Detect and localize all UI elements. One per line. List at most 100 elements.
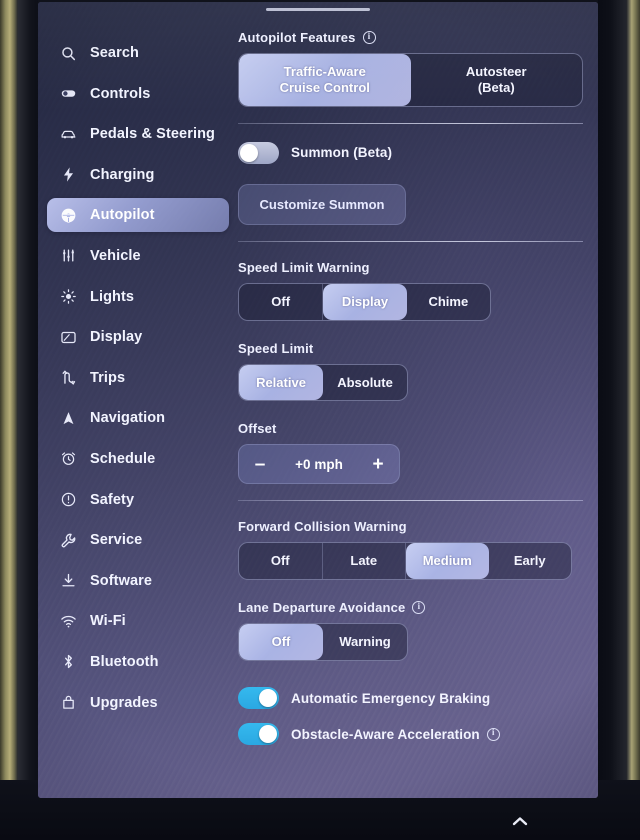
bezel-left-dark (18, 0, 38, 840)
label-text: Speed Limit Warning (238, 259, 370, 275)
label-text: Summon (Beta) (291, 145, 393, 161)
sidebar-item-label: Navigation (90, 410, 166, 427)
sidebar-item-safety[interactable]: Safety (47, 483, 229, 517)
info-icon[interactable]: i (362, 31, 376, 44)
summon-toggle[interactable] (238, 141, 279, 164)
autopilot-features-label: Autopilot Features i (238, 30, 598, 45)
summon-row: Summon (Beta) (238, 141, 598, 164)
sidebar-item-label: Lights (90, 288, 135, 305)
obstacle-aware-acceleration-row: Obstacle-Aware Acceleration i (238, 723, 598, 746)
segment-autosteer-beta[interactable]: Autosteer (Beta) (411, 54, 583, 106)
segment-off[interactable]: Off (239, 624, 323, 661)
sheet-drag-handle[interactable] (266, 8, 370, 11)
segment-display[interactable]: Display (323, 283, 407, 320)
speed-limit-segmented[interactable]: Relative Absolute (238, 363, 408, 402)
lane-departure-avoidance-segmented[interactable]: Off Warning (238, 623, 408, 662)
label-text: Forward Collision Warning (238, 519, 407, 535)
sidebar-item-navigation[interactable]: Navigation (47, 401, 229, 435)
automatic-emergency-braking-toggle[interactable] (238, 687, 279, 710)
sidebar-item-search[interactable]: Search (47, 36, 229, 70)
sidebar-item-charging[interactable]: Charging (47, 158, 229, 192)
bezel-right-dark (598, 0, 626, 840)
forward-collision-warning-label: Forward Collision Warning (238, 519, 598, 534)
sidebar-item-label: Software (90, 572, 153, 589)
automatic-emergency-braking-row: Automatic Emergency Braking (238, 687, 598, 710)
chevron-up-icon[interactable] (512, 816, 528, 826)
customize-summon-button[interactable]: Customize Summon (238, 183, 406, 225)
sidebar-item-label: Pedals & Steering (90, 126, 215, 143)
segment-off[interactable]: Off (239, 543, 323, 580)
obstacle-aware-acceleration-label: Obstacle-Aware Acceleration i (291, 727, 500, 742)
sidebar-item-label: Service (90, 532, 143, 549)
segment-absolute[interactable]: Absolute (323, 365, 407, 401)
info-icon[interactable]: i (486, 727, 500, 741)
toggle-knob (259, 725, 277, 744)
offset-value: +0 mph (295, 456, 343, 472)
bezel-right-trim (626, 0, 640, 840)
display-icon (59, 328, 77, 346)
segment-late[interactable]: Late (323, 543, 406, 580)
autopilot-features-segmented[interactable]: Traffic-Aware Cruise Control Autosteer (… (238, 53, 583, 107)
sidebar-item-label: Wi-Fi (90, 613, 126, 630)
sidebar-item-label: Autopilot (90, 207, 155, 224)
offset-decrement-button[interactable]: – (239, 455, 281, 474)
sidebar-item-upgrades[interactable]: Upgrades (47, 686, 229, 720)
sidebar-item-label: Vehicle (90, 247, 141, 264)
forward-collision-warning-segmented[interactable]: Off Late Medium Early (238, 542, 572, 581)
segment-traffic-aware-cruise-control[interactable]: Traffic-Aware Cruise Control (239, 54, 411, 106)
speed-limit-warning-label: Speed Limit Warning (238, 260, 598, 275)
steering-wheel-icon (59, 206, 77, 224)
info-icon[interactable]: i (412, 601, 426, 615)
alarm-clock-icon (59, 450, 77, 468)
autopilot-settings-panel: Autopilot Features i Traffic-Aware Cruis… (238, 30, 598, 746)
sidebar-item-autopilot[interactable]: Autopilot (47, 198, 229, 233)
label-text: Offset (238, 421, 277, 437)
sidebar-item-schedule[interactable]: Schedule (47, 442, 229, 476)
label-text: Autopilot Features (238, 30, 356, 45)
label-text: Obstacle-Aware Acceleration (291, 726, 480, 742)
photo-of-car-touchscreen: Search Controls Pedals & Steering Chargi… (0, 0, 640, 840)
label-text: Lane Departure Avoidance (238, 600, 406, 616)
segment-off[interactable]: Off (239, 283, 324, 320)
speed-limit-warning-segmented[interactable]: Off Display Chime (238, 282, 491, 321)
offset-increment-button[interactable]: + (357, 455, 399, 474)
sidebar-item-pedals-and-steering[interactable]: Pedals & Steering (47, 117, 229, 151)
segment-chime[interactable]: Chime (407, 284, 490, 320)
settings-sidebar: Search Controls Pedals & Steering Chargi… (38, 36, 238, 720)
sidebar-item-bluetooth[interactable]: Bluetooth (47, 645, 229, 679)
lcd-screen: Search Controls Pedals & Steering Chargi… (38, 2, 598, 798)
sidebar-item-label: Safety (90, 491, 135, 508)
obstacle-aware-acceleration-toggle[interactable] (238, 723, 279, 746)
segment-early[interactable]: Early (489, 543, 572, 579)
offset-stepper[interactable]: – +0 mph + (238, 444, 400, 485)
sidebar-item-label: Bluetooth (90, 653, 159, 670)
sidebar-item-vehicle[interactable]: Vehicle (47, 239, 229, 273)
offset-label: Offset (238, 421, 598, 436)
lightning-bolt-icon (59, 166, 77, 184)
sidebar-item-service[interactable]: Service (47, 523, 229, 557)
sidebar-item-label: Display (90, 329, 143, 346)
sidebar-item-controls[interactable]: Controls (47, 77, 229, 111)
sidebar-item-label: Charging (90, 166, 155, 183)
sidebar-item-lights[interactable]: Lights (47, 280, 229, 314)
download-icon (59, 572, 77, 590)
exclamation-circle-icon (59, 491, 77, 509)
sidebar-item-trips[interactable]: Trips (47, 361, 229, 395)
toggle-switch-icon (59, 85, 77, 103)
divider (238, 240, 583, 242)
segment-relative[interactable]: Relative (239, 364, 323, 401)
toggle-knob (240, 143, 258, 162)
sidebar-item-software[interactable]: Software (47, 564, 229, 598)
segment-medium[interactable]: Medium (406, 543, 489, 580)
sidebar-item-label: Controls (90, 85, 151, 102)
segment-warning[interactable]: Warning (323, 624, 407, 660)
route-icon (59, 369, 77, 387)
wifi-icon (59, 612, 77, 630)
search-icon (59, 44, 77, 62)
sidebar-item-wifi[interactable]: Wi-Fi (47, 604, 229, 638)
speed-limit-label: Speed Limit (238, 341, 598, 356)
label-text: Speed Limit (238, 340, 314, 356)
sidebar-item-label: Upgrades (90, 694, 158, 711)
summon-label: Summon (Beta) (291, 145, 392, 160)
sidebar-item-display[interactable]: Display (47, 320, 229, 354)
